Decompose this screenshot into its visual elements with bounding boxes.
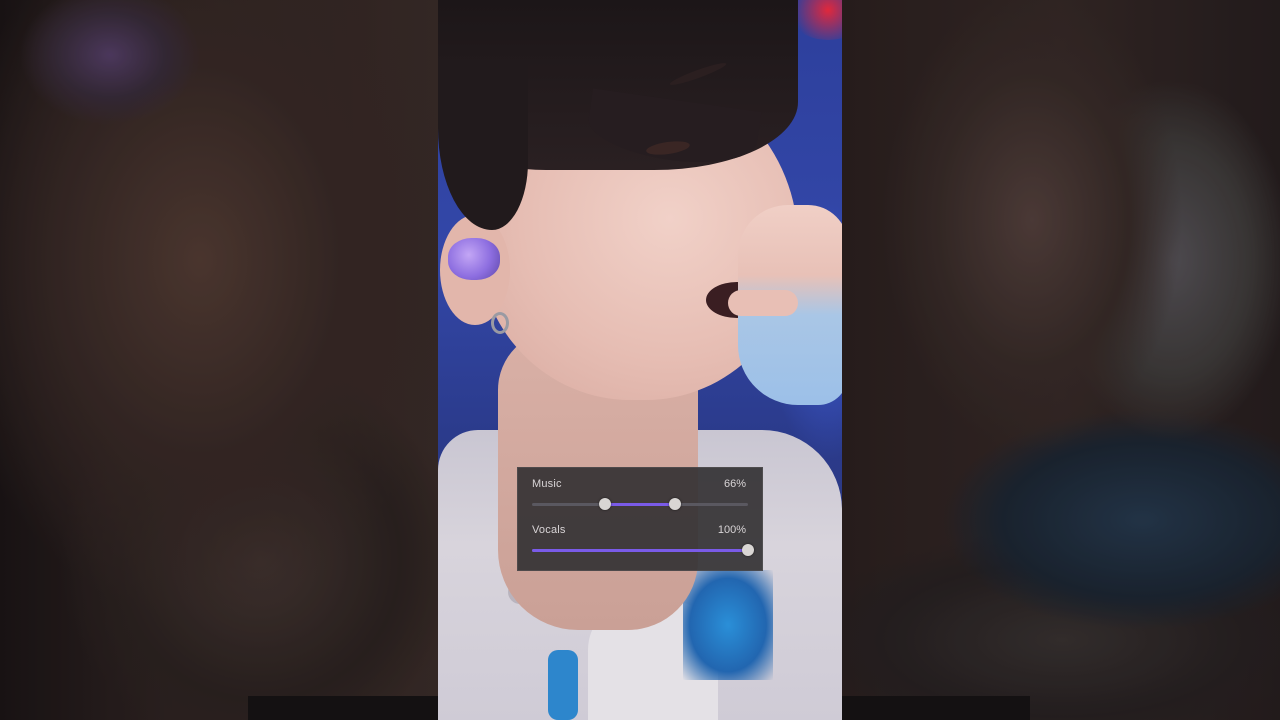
video-player[interactable]: Music 66% Vocals 100%: [0, 0, 1280, 720]
blurred-background-right: [842, 0, 1280, 720]
vocals-label: Vocals: [532, 524, 566, 536]
bottom-bar-right: [842, 696, 1030, 720]
music-value: 66%: [723, 478, 746, 490]
vocals-value: 100%: [717, 524, 746, 536]
vocals-volume-row: Vocals 100%: [532, 514, 754, 556]
music-label: Music: [532, 478, 562, 490]
music-slider-fill: [605, 503, 675, 506]
vocals-slider-fill: [532, 549, 748, 552]
bottom-bar-left: [248, 696, 438, 720]
blurred-background-left: [0, 0, 438, 720]
vocals-slider-thumb[interactable]: [742, 544, 754, 556]
music-volume-row: Music 66%: [532, 468, 748, 510]
vocals-slider[interactable]: [532, 544, 754, 556]
volume-mixer-panel: Music 66% Vocals 100%: [517, 467, 763, 571]
music-slider-thumb-end[interactable]: [668, 498, 681, 510]
music-slider[interactable]: [532, 498, 748, 510]
music-slider-thumb-start[interactable]: [599, 498, 612, 510]
video-frame[interactable]: [438, 0, 842, 720]
